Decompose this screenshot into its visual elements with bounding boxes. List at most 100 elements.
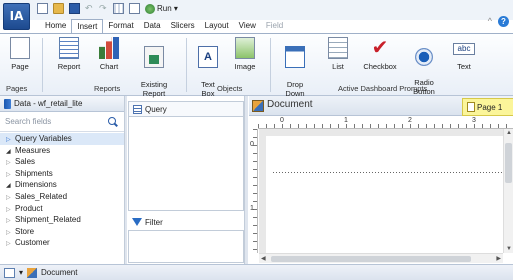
- image-icon: [235, 37, 255, 59]
- open-folder-icon[interactable]: [53, 3, 64, 14]
- tab-field: Field: [265, 21, 284, 30]
- menu-tabs: Home Insert Format Data Slicers Layout V…: [40, 19, 288, 34]
- undo-icon[interactable]: ↶: [85, 4, 94, 13]
- tab-slicers[interactable]: Slicers: [166, 19, 200, 33]
- run-label: Run ▾: [157, 4, 178, 13]
- text-box-button[interactable]: A Text Box: [194, 37, 222, 107]
- scroll-down-icon[interactable]: ▼: [506, 246, 512, 252]
- horizontal-scroll-thumb[interactable]: [271, 256, 471, 262]
- properties-icon[interactable]: [129, 3, 140, 14]
- scroll-up-icon[interactable]: ▲: [506, 130, 512, 136]
- expand-arrow-icon[interactable]: ▷: [6, 239, 15, 251]
- ribbon: Page Report Chart Existing Report A Text…: [0, 34, 513, 98]
- tree-node-shipment-related[interactable]: ▷ Shipment_Related: [0, 214, 124, 226]
- tree-node-dimensions[interactable]: ◢ Dimensions: [0, 179, 124, 191]
- page-tab[interactable]: Page 1: [462, 98, 513, 116]
- vertical-ruler: 0 1: [249, 129, 258, 253]
- tab-home[interactable]: Home: [40, 19, 71, 33]
- list-button-label: List: [332, 62, 344, 71]
- page-margin-guide: [273, 172, 503, 173]
- status-document-label[interactable]: Document: [41, 268, 77, 277]
- tree-node-sales[interactable]: ▷ Sales: [0, 156, 124, 168]
- document-icon: [27, 267, 38, 278]
- horizontal-ruler: 0 1 2 3: [258, 117, 513, 129]
- page-tab-icon: [467, 102, 475, 112]
- tab-view[interactable]: View: [234, 19, 261, 33]
- text-button-label: Text: [457, 62, 471, 71]
- ruler-ticks: [258, 124, 513, 128]
- checkbox-button-label: Checkbox: [363, 62, 397, 71]
- existing-report-button[interactable]: Existing Report: [134, 37, 174, 107]
- existing-report-icon: [144, 46, 164, 68]
- chevron-down-icon[interactable]: ▾: [19, 268, 23, 277]
- report-icon: [59, 37, 79, 59]
- redo-icon[interactable]: ↷: [99, 4, 108, 13]
- tree-node-store[interactable]: ▷ Store: [0, 226, 124, 238]
- ribbon-separator: [186, 38, 187, 92]
- scroll-right-icon[interactable]: ▶: [496, 255, 501, 262]
- text-prompt-icon: abc: [453, 43, 475, 55]
- vertical-scrollbar[interactable]: ▲ ▼: [503, 129, 513, 253]
- help-icon[interactable]: ?: [498, 16, 509, 27]
- tree-node-sales-related[interactable]: ▷ Sales_Related: [0, 191, 124, 203]
- radio-button-icon: [415, 48, 433, 66]
- query-panel-body[interactable]: [128, 117, 244, 211]
- page-surface[interactable]: [266, 136, 506, 256]
- radio-button-button[interactable]: Radio Button: [408, 37, 440, 105]
- ruler-label: 3: [472, 117, 476, 124]
- tab-format[interactable]: Format: [103, 19, 138, 33]
- tab-layout[interactable]: Layout: [200, 19, 234, 33]
- tab-data[interactable]: Data: [139, 19, 166, 33]
- window-controls: ^ ?: [488, 16, 509, 27]
- tab-insert[interactable]: Insert: [71, 19, 104, 34]
- tree-node-label: Measures: [15, 145, 51, 155]
- save-icon[interactable]: [69, 3, 80, 14]
- tree-node-label: Shipment_Related: [15, 215, 81, 225]
- document-canvas[interactable]: [259, 129, 506, 256]
- view-mode-icon[interactable]: [4, 267, 15, 278]
- tree-node-measures[interactable]: ◢ Measures: [0, 145, 124, 157]
- ruler-label: 2: [408, 117, 412, 124]
- new-document-icon[interactable]: [37, 3, 48, 14]
- image-button[interactable]: Image: [230, 37, 260, 71]
- tree-node-customer[interactable]: ▷ Customer: [0, 237, 124, 249]
- panel-splitter[interactable]: [124, 96, 127, 264]
- panel-splitter[interactable]: [244, 96, 248, 264]
- group-label-active-dashboard-prompts: Active Dashboard Prompts: [338, 84, 428, 93]
- ribbon-separator: [42, 38, 43, 92]
- preview-icon[interactable]: [113, 3, 124, 14]
- chart-button[interactable]: Chart: [94, 37, 124, 71]
- group-label-objects: Objects: [217, 84, 243, 93]
- query-icon: [133, 104, 142, 114]
- collapse-ribbon-icon[interactable]: ^: [488, 16, 492, 27]
- filter-panel-header: Filter: [128, 214, 244, 230]
- group-label-reports: Reports: [94, 84, 121, 93]
- chart-button-label: Chart: [99, 62, 119, 71]
- tree-node-product[interactable]: ▷ Product: [0, 203, 124, 215]
- ruler-label: 0: [250, 141, 254, 148]
- vertical-scroll-thumb[interactable]: [505, 143, 512, 183]
- filter-panel-body[interactable]: [128, 230, 244, 263]
- page-icon: [10, 37, 30, 59]
- existing-report-button-label: Existing Report: [140, 80, 168, 98]
- list-button[interactable]: List: [326, 37, 350, 71]
- report-button-label: Report: [57, 62, 81, 71]
- checkbox-button[interactable]: ✔ Checkbox: [362, 37, 398, 71]
- run-button[interactable]: Run ▾: [145, 3, 178, 14]
- ruler-label: 1: [344, 117, 348, 124]
- tree-node-shipments[interactable]: ▷ Shipments: [0, 168, 124, 180]
- tree-node-label: Store: [15, 226, 35, 236]
- ruler-label: 0: [280, 117, 284, 124]
- horizontal-scrollbar[interactable]: ◀ ▶: [259, 253, 503, 263]
- report-button[interactable]: Report: [52, 37, 86, 71]
- page-button[interactable]: Page: [6, 37, 34, 71]
- text-button[interactable]: abc Text: [450, 37, 478, 71]
- search-placeholder: Search fields: [5, 117, 52, 126]
- ribbon-separator: [270, 38, 271, 92]
- search-icon[interactable]: [108, 117, 116, 125]
- search-input[interactable]: Search fields: [0, 112, 124, 132]
- document-title: Document: [267, 99, 313, 110]
- app-logo[interactable]: IA: [3, 3, 30, 30]
- scroll-left-icon[interactable]: ◀: [261, 255, 266, 262]
- tree-node-query-variables[interactable]: ▷ Query Variables: [0, 133, 124, 145]
